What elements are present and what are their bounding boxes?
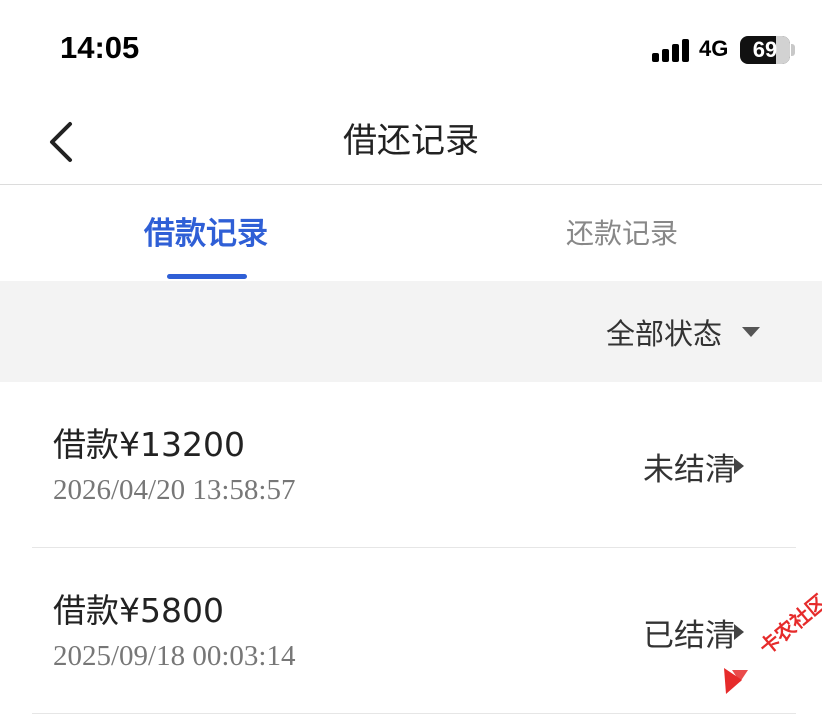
- divider: [32, 713, 796, 714]
- chevron-right-icon: [734, 458, 744, 474]
- loan-status: 未结清: [643, 452, 736, 488]
- page-title: 借还记录: [343, 121, 479, 161]
- status-filter-dropdown[interactable]: 全部状态: [606, 281, 760, 382]
- record-tabs: 借款记录 还款记录: [0, 186, 822, 281]
- tab-repayment-records[interactable]: 还款记录: [412, 186, 822, 281]
- list-item[interactable]: 借款¥5800 2025/09/18 00:03:14 已结清: [0, 548, 822, 714]
- filter-bar: 全部状态: [0, 281, 822, 382]
- watermark-mark-icon: [724, 668, 748, 694]
- loan-amount: 借款¥5800: [53, 591, 224, 630]
- status-bar: 14:05 4G 69: [0, 0, 822, 100]
- loan-date: 2026/04/20 13:58:57: [53, 474, 296, 506]
- battery-icon: 69: [740, 36, 790, 64]
- tab-loan-records[interactable]: 借款记录: [0, 186, 412, 281]
- tab-repayment-records-label: 还款记录: [565, 217, 678, 250]
- chevron-left-icon: [50, 122, 72, 162]
- network-type: 4G: [699, 36, 729, 61]
- list-item[interactable]: 借款¥13200 2026/04/20 13:58:57 未结清: [0, 382, 822, 548]
- caret-down-icon: [742, 326, 760, 337]
- battery-level: 69: [752, 37, 778, 62]
- loan-amount: 借款¥13200: [53, 425, 245, 464]
- loan-records-page: 14:05 4G 69 借还记录 借款记录 还款记录 全部状态 借款¥13200…: [0, 0, 822, 720]
- watermark-logo: 卡农社区: [718, 590, 822, 700]
- navigation-bar: 借还记录: [0, 100, 822, 185]
- clock: 14:05: [60, 30, 140, 65]
- active-tab-indicator: [167, 274, 247, 279]
- back-button[interactable]: [40, 118, 84, 166]
- status-filter-label: 全部状态: [605, 316, 722, 351]
- battery-cap: [791, 44, 795, 56]
- loan-date: 2025/09/18 00:03:14: [53, 640, 296, 672]
- tab-loan-records-label: 借款记录: [144, 216, 268, 252]
- signal-icon: [652, 38, 692, 62]
- loan-record-list: 借款¥13200 2026/04/20 13:58:57 未结清 借款¥5800…: [0, 382, 822, 714]
